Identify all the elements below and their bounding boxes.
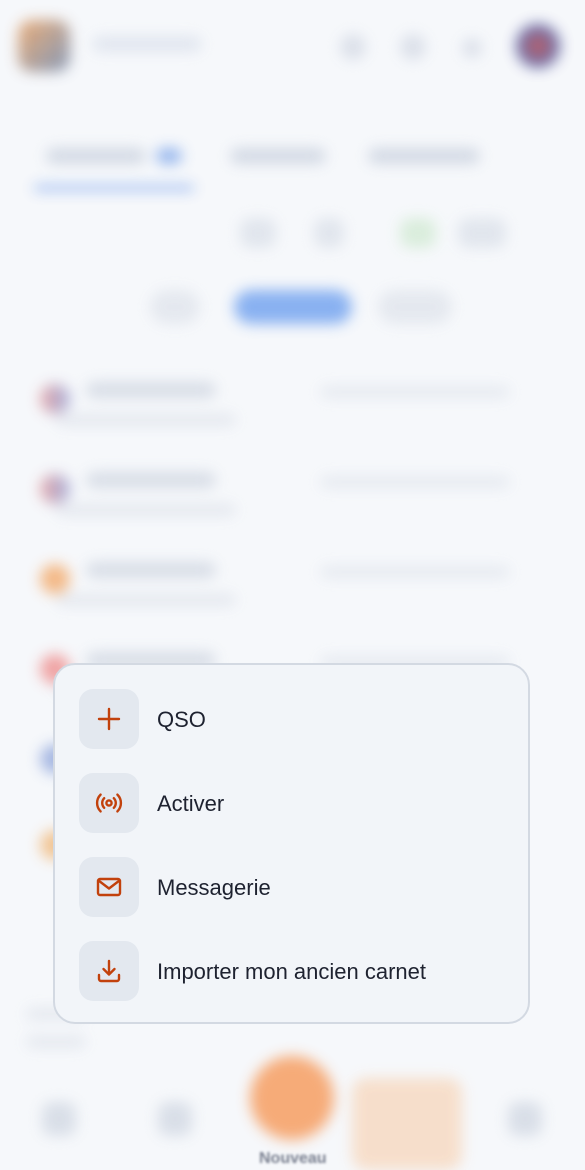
list-item[interactable] xyxy=(40,374,520,434)
options-icon[interactable] xyxy=(458,218,506,248)
sort-icon[interactable] xyxy=(314,218,344,248)
new-action-menu: QSO Activer Messagerie Importer mon anci… xyxy=(53,663,530,1024)
menu-item-label: Importer mon ancien carnet xyxy=(157,959,427,984)
search-icon[interactable] xyxy=(340,34,366,60)
top-bar xyxy=(0,0,585,96)
icon-button xyxy=(79,941,139,1001)
menu-item-label: Messagerie xyxy=(157,875,271,900)
nav-active-item[interactable] xyxy=(352,1078,462,1170)
avatar[interactable] xyxy=(516,24,560,68)
menu-item-qso[interactable]: QSO xyxy=(79,689,509,751)
tab-1[interactable] xyxy=(46,148,146,164)
nav-profile-icon[interactable] xyxy=(508,1102,542,1136)
segment-3[interactable] xyxy=(378,290,452,324)
bell-icon[interactable] xyxy=(400,34,426,60)
tab-bar xyxy=(30,140,550,180)
nav-home-icon[interactable] xyxy=(42,1102,76,1136)
icon-button xyxy=(79,689,139,749)
tab-1-badge xyxy=(156,148,182,164)
settings-icon[interactable] xyxy=(462,38,482,58)
status-icon[interactable] xyxy=(400,218,436,248)
tab-indicator xyxy=(34,186,194,190)
list-item[interactable] xyxy=(40,554,520,614)
plus-icon xyxy=(97,707,121,731)
tab-3[interactable] xyxy=(368,148,480,164)
app-logo xyxy=(18,20,70,72)
menu-item-import[interactable]: Importer mon ancien carnet xyxy=(79,941,509,1003)
segment-1[interactable] xyxy=(150,290,200,324)
menu-item-messagerie[interactable]: Messagerie xyxy=(79,857,509,919)
list-item[interactable] xyxy=(40,464,520,524)
icon-button xyxy=(79,857,139,917)
download-icon xyxy=(97,959,121,983)
new-fab-button[interactable] xyxy=(250,1056,334,1140)
menu-item-label: Activer xyxy=(157,791,225,816)
app-title-placeholder xyxy=(92,36,202,52)
icon-button xyxy=(79,773,139,833)
fab-label: Nouveau xyxy=(259,1150,327,1167)
nav-logbook-icon[interactable] xyxy=(158,1102,192,1136)
segment-2[interactable] xyxy=(234,290,352,324)
broadcast-icon xyxy=(95,793,123,813)
menu-item-label: QSO xyxy=(157,707,206,732)
mail-icon xyxy=(96,877,122,897)
tab-2[interactable] xyxy=(230,148,326,164)
filter-icon[interactable] xyxy=(240,218,276,248)
menu-item-activer[interactable]: Activer xyxy=(79,773,509,835)
